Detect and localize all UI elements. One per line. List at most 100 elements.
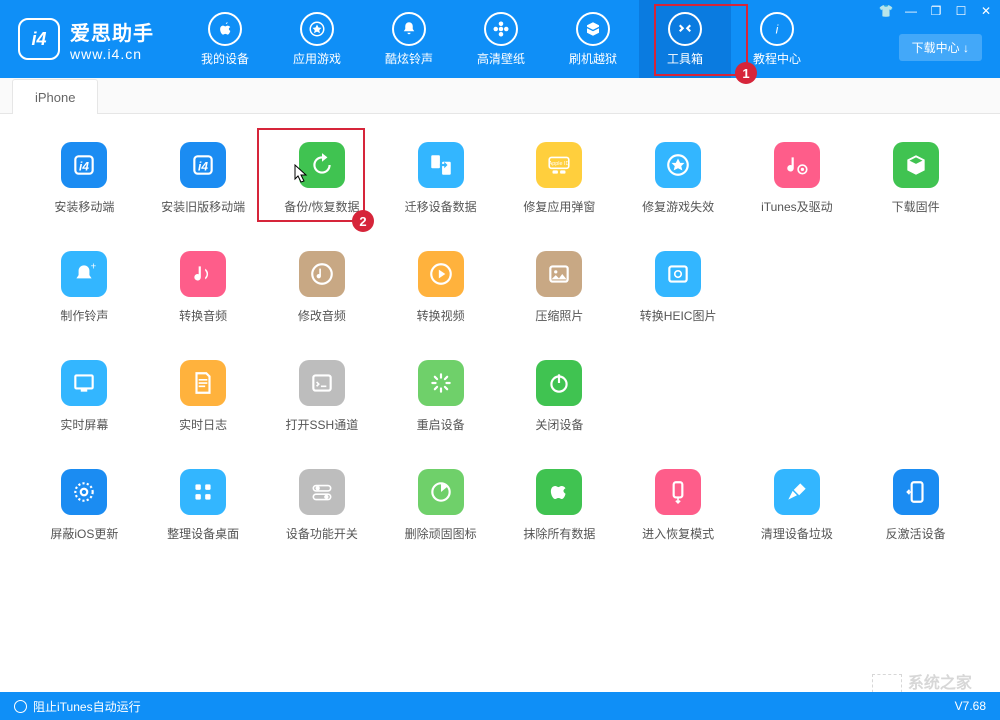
tool-backup-restore[interactable]: 备份/恢复数据 bbox=[268, 142, 377, 215]
tool-realtime-log[interactable]: 实时日志 bbox=[149, 360, 258, 433]
tool-label: 重启设备 bbox=[417, 416, 465, 433]
minimize-button[interactable]: — bbox=[903, 4, 919, 18]
apple-shine-icon bbox=[536, 469, 582, 515]
tool-label: 修改音频 bbox=[298, 307, 346, 324]
close-button[interactable]: ✕ bbox=[978, 4, 994, 18]
nav-label: 刷机越狱 bbox=[569, 50, 617, 67]
apps-icon bbox=[300, 12, 334, 46]
tool-label: 安装移动端 bbox=[54, 198, 114, 215]
device-tabs: iPhone bbox=[0, 78, 1000, 114]
tool-label: 转换HEIC图片 bbox=[640, 307, 717, 324]
toggles-icon bbox=[299, 469, 345, 515]
logo-badge-icon: i4 bbox=[18, 18, 60, 60]
tool-label: 实时日志 bbox=[179, 416, 227, 433]
maximize-button[interactable]: ☐ bbox=[953, 4, 969, 18]
power-icon bbox=[536, 360, 582, 406]
tool-compress-photo[interactable]: 压缩照片 bbox=[505, 251, 614, 324]
loading-icon bbox=[418, 360, 464, 406]
tool-erase-all[interactable]: 抹除所有数据 bbox=[505, 469, 614, 542]
nav-wallpaper[interactable]: 高清壁纸 bbox=[455, 0, 547, 78]
grid-icon bbox=[180, 469, 226, 515]
apple-icon bbox=[208, 12, 242, 46]
tool-open-ssh[interactable]: 打开SSH通道 bbox=[268, 360, 377, 433]
restore-button[interactable]: ❐ bbox=[928, 4, 944, 18]
version-label: V7.68 bbox=[955, 699, 986, 713]
tool-block-ios-update[interactable]: 屏蔽iOS更新 bbox=[30, 469, 139, 542]
nav-apps[interactable]: 应用游戏 bbox=[271, 0, 363, 78]
tool-migrate-data[interactable]: 迁移设备数据 bbox=[386, 142, 495, 215]
nav-device[interactable]: 我的设备 bbox=[179, 0, 271, 78]
flower-icon bbox=[484, 12, 518, 46]
nav-label: 酷炫铃声 bbox=[385, 50, 433, 67]
tool-label: 备份/恢复数据 bbox=[284, 198, 359, 215]
tool-convert-video[interactable]: 转换视频 bbox=[386, 251, 495, 324]
tool-install-mobile[interactable]: i4 安装移动端 bbox=[30, 142, 139, 215]
gear-block-icon bbox=[61, 469, 107, 515]
tool-label: 制作铃声 bbox=[60, 307, 108, 324]
nav-label: 工具箱 bbox=[667, 50, 703, 67]
tools-icon bbox=[668, 12, 702, 46]
nav-label: 应用游戏 bbox=[293, 50, 341, 67]
tool-label: 修复应用弹窗 bbox=[523, 198, 595, 215]
tool-label: 清理设备垃圾 bbox=[761, 525, 833, 542]
logo-text: 爱思助手 www.i4.cn bbox=[70, 17, 154, 62]
tool-fix-game[interactable]: 修复游戏失效 bbox=[624, 142, 733, 215]
tool-realtime-screen[interactable]: 实时屏幕 bbox=[30, 360, 139, 433]
tool-itunes-driver[interactable]: iTunes及驱动 bbox=[743, 142, 852, 215]
tool-deactivate-device[interactable]: 反激活设备 bbox=[861, 469, 970, 542]
tool-label: 压缩照片 bbox=[535, 307, 583, 324]
image-icon bbox=[536, 251, 582, 297]
tool-install-old-mobile[interactable]: i4 安装旧版移动端 bbox=[149, 142, 258, 215]
download-center-button[interactable]: 下载中心 ↓ bbox=[899, 34, 982, 61]
radio-icon[interactable] bbox=[14, 700, 27, 713]
tool-reboot-device[interactable]: 重启设备 bbox=[386, 360, 495, 433]
main-nav: 我的设备 应用游戏 酷炫铃声 高清壁纸 刷机越狱 工具箱 i 教程中心 bbox=[179, 0, 823, 78]
monitor-icon bbox=[61, 360, 107, 406]
appleid-icon: Apple ID bbox=[536, 142, 582, 188]
tool-device-switch[interactable]: 设备功能开关 bbox=[268, 469, 377, 542]
document-icon bbox=[180, 360, 226, 406]
nav-toolbox[interactable]: 工具箱 bbox=[639, 0, 731, 78]
terminal-icon bbox=[299, 360, 345, 406]
tool-convert-audio[interactable]: 转换音频 bbox=[149, 251, 258, 324]
bell-plus-icon: + bbox=[61, 251, 107, 297]
nav-label: 我的设备 bbox=[201, 50, 249, 67]
tool-recovery-mode[interactable]: 进入恢复模式 bbox=[624, 469, 733, 542]
tool-shutdown-device[interactable]: 关闭设备 bbox=[505, 360, 614, 433]
svg-text:i4: i4 bbox=[198, 159, 208, 173]
nav-tutorial[interactable]: i 教程中心 bbox=[731, 0, 823, 78]
tool-label: 抹除所有数据 bbox=[523, 525, 595, 542]
broom-icon bbox=[774, 469, 820, 515]
tool-label: 转换音频 bbox=[179, 307, 227, 324]
tool-download-firmware[interactable]: 下载固件 bbox=[861, 142, 970, 215]
watermark-text: 系统之家 bbox=[908, 669, 990, 693]
tool-label: 转换视频 bbox=[417, 307, 465, 324]
phone-down-icon bbox=[655, 469, 701, 515]
nav-flash[interactable]: 刷机越狱 bbox=[547, 0, 639, 78]
migrate-icon bbox=[418, 142, 464, 188]
tool-delete-stubborn[interactable]: 删除顽固图标 bbox=[386, 469, 495, 542]
tab-iphone[interactable]: iPhone bbox=[12, 79, 98, 114]
tool-label: 修复游戏失效 bbox=[642, 198, 714, 215]
tool-label: 屏蔽iOS更新 bbox=[50, 525, 118, 542]
skin-icon[interactable]: 👕 bbox=[878, 4, 894, 18]
tool-label: 进入恢复模式 bbox=[642, 525, 714, 542]
tool-edit-audio[interactable]: 修改音频 bbox=[268, 251, 377, 324]
svg-text:i4: i4 bbox=[79, 159, 89, 173]
svg-text:Apple ID: Apple ID bbox=[549, 161, 570, 167]
nav-label: 高清壁纸 bbox=[477, 50, 525, 67]
pie-icon bbox=[418, 469, 464, 515]
app-logo: i4 爱思助手 www.i4.cn bbox=[18, 17, 154, 62]
tool-convert-heic[interactable]: 转换HEIC图片 bbox=[624, 251, 733, 324]
status-bar: 阻止iTunes自动运行 V7.68 bbox=[0, 692, 1000, 720]
nav-ringtones[interactable]: 酷炫铃声 bbox=[363, 0, 455, 78]
cube-icon bbox=[893, 142, 939, 188]
bell-icon bbox=[392, 12, 426, 46]
tool-make-ringtone[interactable]: + 制作铃声 bbox=[30, 251, 139, 324]
tool-arrange-desktop[interactable]: 整理设备桌面 bbox=[149, 469, 258, 542]
tool-fix-popup[interactable]: Apple ID 修复应用弹窗 bbox=[505, 142, 614, 215]
tool-clean-device[interactable]: 清理设备垃圾 bbox=[743, 469, 852, 542]
music-note-icon bbox=[180, 251, 226, 297]
block-itunes-label[interactable]: 阻止iTunes自动运行 bbox=[33, 698, 141, 715]
tool-label: 设备功能开关 bbox=[286, 525, 358, 542]
